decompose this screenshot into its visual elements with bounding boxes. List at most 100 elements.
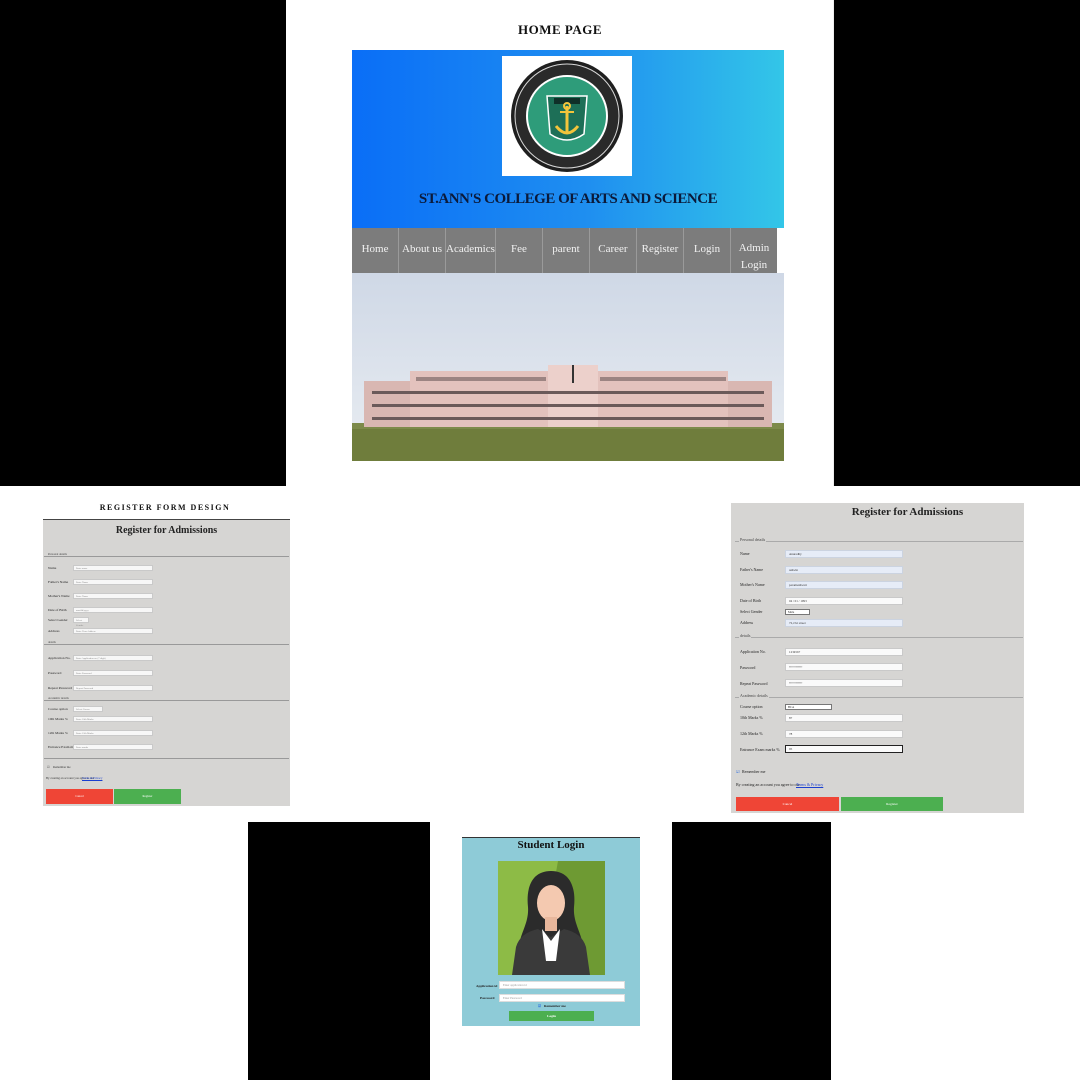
- application-input[interactable]: Enter Application no (7 digit): [73, 655, 153, 661]
- nav-parent[interactable]: parent: [543, 228, 590, 273]
- tenth-label: 10th Marks %: [48, 717, 68, 721]
- name-label: Name: [48, 566, 57, 570]
- gender-label: Select Gender: [48, 618, 68, 622]
- backdrop-left-bottom: [248, 822, 430, 1080]
- main-navigation: Home About us Academics Fee parent Caree…: [352, 228, 777, 273]
- father-label: Father's Name: [48, 580, 69, 584]
- name-input[interactable]: Anuradhy: [785, 550, 903, 558]
- twelfth-input[interactable]: Enter 12th Marks: [73, 730, 153, 736]
- tenth-input[interactable]: 87: [785, 714, 903, 722]
- terms-link[interactable]: Terms & Privacy: [82, 776, 102, 780]
- tenth-label: 10th Marks %: [740, 715, 763, 720]
- nav-home[interactable]: Home: [352, 228, 400, 273]
- dob-label: Date of Birth: [740, 598, 762, 603]
- legend: Academic details: [739, 693, 769, 698]
- repeat-password-input[interactable]: Repeat Password: [73, 685, 153, 691]
- legend: Academic details: [48, 696, 69, 700]
- cancel-button[interactable]: Cancel: [46, 789, 113, 804]
- college-name: ST.ANN'S COLLEGE OF ARTS AND SCIENCE: [418, 191, 718, 207]
- repeat-label: Repeat Password: [48, 686, 73, 690]
- dob-input[interactable]: mm/dd/yyyy: [73, 607, 153, 613]
- college-logo: [502, 56, 632, 176]
- name-input[interactable]: Enter name: [73, 565, 153, 571]
- login-button[interactable]: Login: [509, 1011, 594, 1021]
- nav-admin-login[interactable]: Admin Login: [731, 228, 777, 273]
- mother-label: Mother's Name: [48, 594, 70, 598]
- nav-fee[interactable]: Fee: [496, 228, 543, 273]
- remember-label: Remember me: [742, 769, 766, 774]
- mother-input[interactable]: parameshwari: [785, 581, 903, 589]
- legend: Personal details: [739, 537, 767, 542]
- course-label: Course option: [48, 707, 68, 711]
- nav-about-us[interactable]: About us: [399, 228, 447, 273]
- legend: details: [48, 640, 56, 644]
- remember-checkbox[interactable]: ☑: [47, 765, 50, 769]
- hero-banner: ST.ANN'S COLLEGE OF ARTS AND SCIENCE: [352, 50, 784, 228]
- form-title: Register for Admissions: [115, 525, 218, 536]
- application-input[interactable]: 1234567: [785, 648, 903, 656]
- nav-academics[interactable]: Academics: [446, 228, 496, 273]
- father-input[interactable]: Enter Name: [73, 579, 153, 585]
- terms-link[interactable]: Terms & Privacy: [796, 782, 823, 787]
- register-button[interactable]: Register: [841, 797, 943, 811]
- password-input[interactable]: Enter Password: [499, 994, 625, 1002]
- form-title: Register for Admissions: [851, 506, 964, 518]
- twelfth-label: 12th Marks %: [48, 731, 68, 735]
- login-title: Student Login: [517, 839, 585, 851]
- remember-label: Remember me: [53, 765, 71, 769]
- legend: details: [739, 633, 752, 638]
- address-input[interactable]: 72,vivi street: [785, 619, 903, 627]
- address-label: Address: [740, 620, 754, 625]
- name-label: Name: [740, 551, 750, 556]
- terms-text: By creating an account you agree to our: [736, 782, 800, 787]
- gender-select[interactable]: Select Gender: [73, 617, 89, 627]
- avatar-icon: [498, 861, 605, 975]
- course-select[interactable]: BCA: [785, 704, 832, 710]
- application-id-label: Application id: [476, 984, 498, 988]
- entrance-input[interactable]: 95: [785, 745, 903, 753]
- register-form-filled: Register for Admissions Personal details…: [731, 503, 1024, 813]
- home-page-heading: HOME PAGE: [517, 22, 603, 37]
- father-input[interactable]: ashwin: [785, 566, 903, 574]
- divider: [44, 758, 289, 759]
- password-label: Password: [48, 671, 62, 675]
- backdrop-right-top: [834, 0, 1080, 486]
- address-input[interactable]: Enter Your Address: [73, 628, 153, 634]
- application-label: Application No.: [48, 656, 71, 660]
- gender-label: Select Gender: [740, 609, 763, 614]
- mother-input[interactable]: Enter Name: [73, 593, 153, 599]
- dob-label: Date of Birth: [48, 608, 67, 612]
- twelfth-input[interactable]: 78: [785, 730, 903, 738]
- dob-input[interactable]: 04 / 01 / 1993: [785, 597, 903, 605]
- tenth-input[interactable]: Enter 10th Marks: [73, 716, 153, 722]
- cancel-button[interactable]: Cancel: [736, 797, 839, 811]
- register-form-caption: REGISTER FORM DESIGN: [99, 503, 231, 512]
- address-label: Address: [48, 629, 60, 633]
- application-label: Application No.: [740, 649, 766, 654]
- entrance-label: Entrance Exam marks %: [740, 747, 780, 752]
- nav-login[interactable]: Login: [684, 228, 731, 273]
- twelfth-label: 12th Marks %: [740, 731, 763, 736]
- repeat-password-input[interactable]: ••••••••••••: [785, 679, 903, 687]
- gender-select[interactable]: Male: [785, 609, 810, 615]
- password-input[interactable]: ••••••••••••: [785, 663, 903, 671]
- password-input[interactable]: Enter Password: [73, 670, 153, 676]
- campus-photo: [352, 273, 784, 461]
- repeat-label: Repeat Password: [740, 681, 768, 686]
- student-login-panel: Student Login Application id Enter appli…: [462, 837, 640, 1026]
- remember-checkbox[interactable]: ☑: [736, 769, 740, 774]
- course-select[interactable]: Select Course: [73, 706, 103, 712]
- course-label: Course option: [740, 704, 763, 709]
- entrance-input[interactable]: Enter marks: [73, 744, 153, 750]
- mother-label: Mother's Name: [740, 582, 765, 587]
- application-id-input[interactable]: Enter application id: [499, 981, 625, 989]
- password-label: Password: [480, 996, 495, 1000]
- backdrop-left-top: [0, 0, 286, 486]
- nav-career[interactable]: Career: [590, 228, 637, 273]
- remember-checkbox[interactable]: ☑: [538, 1004, 541, 1008]
- remember-label: Remember me: [544, 1004, 566, 1008]
- nav-register[interactable]: Register: [637, 228, 684, 273]
- register-button[interactable]: Register: [114, 789, 181, 804]
- register-form-small: Register for Admissions Personal details…: [43, 519, 290, 806]
- backdrop-right-bottom: [672, 822, 831, 1080]
